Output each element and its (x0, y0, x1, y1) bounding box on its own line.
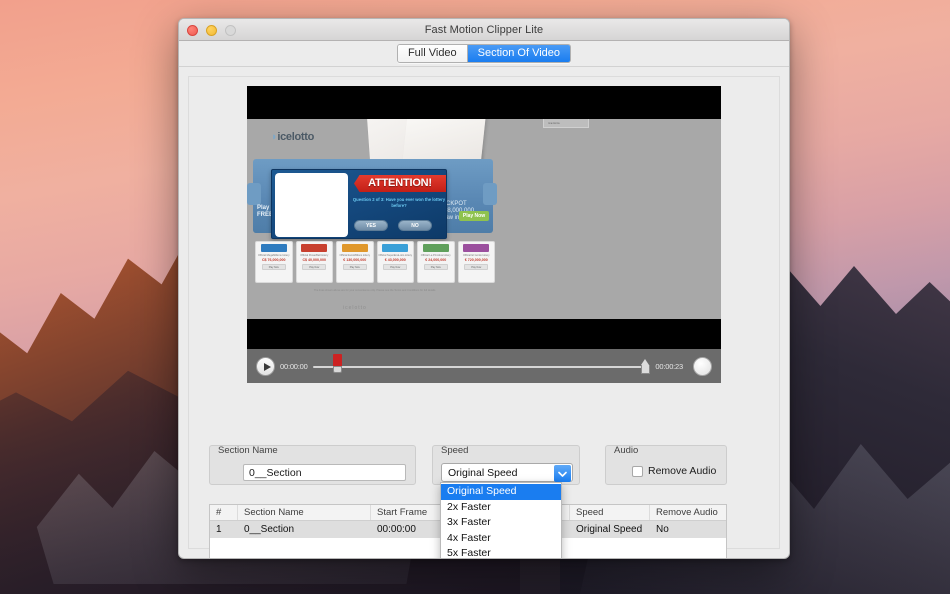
section-name-input[interactable] (243, 464, 406, 481)
content-pane: icelotto ◗icelotto Play Now FREE Tickets (188, 76, 780, 558)
webpage-lottery-card-button: Play Now (302, 264, 327, 270)
webpage-lottery-card-button: Play Now (261, 264, 286, 270)
webpage-modal-blank-panel (275, 173, 348, 237)
webpage-lottery-card: Official SuperEnaLotto lottery € 43,000,… (376, 241, 414, 283)
video-letterbox-bottom (247, 319, 721, 348)
speed-combobox-value: Original Speed (448, 466, 518, 479)
table-cell-speed: Original Speed (576, 524, 643, 535)
speed-option-2x[interactable]: 2x Faster (441, 500, 561, 516)
webpage-disclaimer: The lines shown above are for your conve… (313, 289, 437, 292)
table-cell-section-name: 0__Section (244, 524, 295, 535)
audio-group: Audio Remove Audio (605, 445, 727, 485)
webpage-banner-tab-left (247, 183, 261, 205)
webpage-lottery-card-prize: € 24,000,000 (425, 258, 447, 262)
webpage-lottery-card-prize: C$ 76,000,000 (261, 258, 286, 262)
trim-start-handle[interactable] (332, 353, 342, 376)
video-frame-content: icelotto ◗icelotto Play Now FREE Tickets (247, 119, 721, 319)
window-titlebar[interactable]: Fast Motion Clipper Lite (179, 19, 789, 41)
current-time-label: 00:00:00 (280, 361, 308, 371)
minimize-button-icon[interactable] (206, 25, 217, 36)
volume-knob[interactable] (693, 356, 712, 376)
tab-bar: Full Video Section Of Video (179, 41, 789, 67)
section-name-group: Section Name (209, 445, 416, 485)
speed-label: Speed (441, 445, 469, 456)
webpage-banner-tab-right (483, 183, 497, 205)
webpage-lottery-card-prize: € 130,000,000 (343, 258, 367, 262)
webpage-lottery-card-prize: € 720,000,000 (464, 258, 488, 262)
timeline-track-wrapper[interactable] (312, 353, 651, 376)
close-button-icon[interactable] (187, 25, 198, 36)
segmented-control: Full Video Section Of Video (396, 44, 572, 63)
play-icon[interactable] (256, 356, 275, 376)
webpage-lottery-card-name: Official PowerBall lottery (300, 254, 329, 257)
webpage-url-text: icelotto (548, 121, 560, 125)
remove-audio-checkbox[interactable] (632, 465, 643, 477)
webpage-lottery-card-name: Official MegaMillions lottery (257, 254, 290, 257)
webpage-lottery-card-name: Official El Gordo lottery (462, 254, 490, 257)
webpage-lottery-card-button: Play Now (342, 264, 367, 270)
webpage-lottery-card-button: Play Now (383, 264, 408, 270)
webpage-banner-play-button: Play Now (459, 211, 489, 221)
app-window: Fast Motion Clipper Lite Full Video Sect… (178, 18, 790, 559)
window-traffic-lights (187, 25, 236, 36)
webpage-modal-no-button: NO (398, 220, 432, 231)
table-column-index: # (210, 505, 238, 520)
video-transport-bar: 00:00:00 00:00:23 (247, 348, 721, 383)
webpage-lottery-card-name: Official SuperEnaLotto lottery (378, 254, 413, 257)
webpage-attention-modal: ATTENTION! Question 2 of 3: Have you eve… (271, 169, 447, 239)
audio-label: Audio (614, 445, 639, 456)
webpage-footer-logo: icelotto (343, 305, 367, 311)
webpage-lottery-card: Official EuroMillions lottery € 130,000,… (336, 241, 374, 283)
tab-section-of-video[interactable]: Section Of Video (467, 45, 571, 62)
remove-audio-checkbox-label: Remove Audio (648, 465, 717, 477)
speed-option-4x[interactable]: 4x Faster (441, 531, 561, 547)
trim-end-handle[interactable] (641, 358, 651, 374)
chevron-down-icon[interactable] (554, 465, 571, 482)
window-content: icelotto ◗icelotto Play Now FREE Tickets (179, 68, 789, 558)
table-column-remove-audio: Remove Audio (656, 507, 718, 518)
webpage-lottery-card: Official MegaMillions lottery C$ 76,000,… (255, 241, 293, 283)
webpage-browser-bar: icelotto (543, 119, 589, 128)
webpage-lottery-card-name: Official EuroMillions lottery (339, 254, 370, 257)
speed-option-original[interactable]: Original Speed (441, 484, 561, 500)
table-cell-remove-audio: No (656, 524, 669, 535)
video-letterbox-top (247, 86, 721, 119)
section-name-label: Section Name (218, 445, 278, 456)
video-player[interactable]: icelotto ◗icelotto Play Now FREE Tickets (247, 86, 721, 383)
webpage-logo: ◗icelotto (271, 131, 314, 143)
table-cell-index: 1 (216, 524, 222, 535)
webpage-lottery-card-prize: € 43,000,000 (384, 258, 406, 262)
webpage-lottery-card-button: Play Now (423, 264, 448, 270)
webpage-lottery-card: Official La Primitiva lottery € 24,000,0… (417, 241, 455, 283)
webpage-modal-question: Question 2 of 3: Have you ever won the l… (352, 197, 446, 208)
webpage-logo-text: icelotto (277, 131, 315, 143)
webpage-modal-yes-button: YES (354, 220, 388, 231)
speed-combobox[interactable]: Original Speed (441, 463, 573, 482)
webpage-modal-heading: ATTENTION! (354, 175, 446, 192)
window-title: Fast Motion Clipper Lite (424, 23, 544, 36)
webpage-lottery-card: Official PowerBall lottery C$ 40,000,000… (295, 241, 333, 283)
speed-group: Speed Original Speed (432, 445, 580, 485)
webpage-lottery-card-button: Play Now (464, 264, 489, 270)
speed-dropdown-menu[interactable]: Original Speed 2x Faster 3x Faster 4x Fa… (440, 482, 562, 558)
webpage-lottery-card-list: Official MegaMillions lottery C$ 76,000,… (255, 241, 495, 283)
table-column-section-name: Section Name (238, 505, 371, 520)
table-column-speed: Speed (570, 505, 650, 520)
speed-option-5x[interactable]: 5x Faster (441, 546, 561, 558)
webpage-lottery-card-name: Official La Primitiva lottery (420, 254, 451, 257)
end-time-label: 00:00:23 (655, 361, 683, 371)
speed-option-3x[interactable]: 3x Faster (441, 515, 561, 531)
webpage-lottery-card: Official El Gordo lottery € 720,000,000 … (457, 241, 495, 283)
remove-audio-checkbox-row[interactable]: Remove Audio (632, 465, 716, 477)
webpage-lottery-card-prize: C$ 40,000,000 (302, 258, 327, 262)
zoom-button-icon[interactable] (225, 25, 236, 36)
tab-full-video[interactable]: Full Video (397, 45, 468, 62)
timeline-track[interactable] (312, 365, 651, 368)
